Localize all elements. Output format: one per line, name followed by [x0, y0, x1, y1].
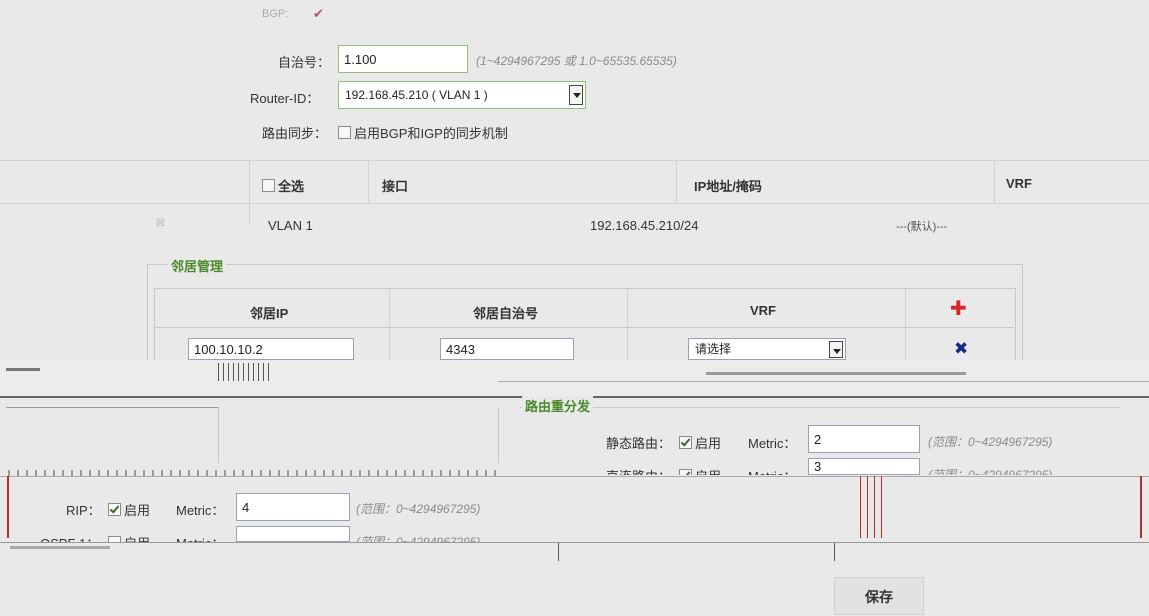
render-artifact	[558, 543, 559, 561]
bgp-enable-label: BGP:	[262, 8, 289, 20]
ospf-metric-hint: (范围：0~4294967295)	[356, 535, 481, 542]
divider	[249, 161, 250, 223]
divider	[155, 327, 1014, 328]
divider	[368, 161, 369, 203]
direct-enable-checkbox[interactable]: 启用	[679, 466, 721, 475]
ospf-label: OSPF 1：	[40, 533, 99, 542]
divider	[0, 203, 1149, 204]
bgp-enable-check-icon[interactable]: ✔	[313, 6, 324, 22]
direct-metric-label: Metric：	[748, 466, 796, 475]
divider	[6, 407, 218, 408]
sync-checkbox-row[interactable]: 启用BGP和IGP的同步机制	[338, 123, 508, 142]
divider	[520, 407, 1120, 408]
divider	[676, 161, 677, 203]
save-button[interactable]: 保存	[834, 577, 924, 615]
render-artifact	[6, 368, 40, 371]
router-id-value: 192.168.45.210 ( VLAN 1 )	[345, 88, 488, 102]
col-ip-mask: IP地址/掩码	[694, 179, 762, 194]
neighbor-as-input[interactable]	[440, 338, 574, 360]
divider	[905, 289, 906, 360]
render-artifact	[8, 470, 498, 476]
divider	[498, 407, 499, 463]
ospf-enable-checkbox[interactable]: 启用	[108, 533, 150, 542]
interface-ip: 192.168.45.210/24	[590, 218, 699, 233]
render-artifact	[706, 372, 966, 375]
plus-icon[interactable]: ✚	[950, 299, 967, 319]
divider	[389, 289, 390, 360]
rip-label: RIP：	[66, 503, 101, 518]
static-enable-label: 启用	[695, 436, 722, 451]
x-icon[interactable]: ✖	[954, 340, 968, 357]
static-metric-label: Metric：	[748, 436, 797, 451]
rip-metric-label: Metric：	[176, 503, 225, 518]
divider	[994, 161, 995, 203]
checkbox-checked-icon[interactable]	[108, 503, 121, 516]
interface-vrf: ---(默认)---	[896, 221, 948, 233]
rip-enable-label: 启用	[124, 503, 151, 518]
neighbor-vrf-value: 请选择	[695, 342, 732, 356]
sync-checkbox[interactable]	[338, 126, 351, 139]
checkbox-checked-icon[interactable]	[679, 469, 692, 475]
render-artifact	[0, 476, 1149, 477]
render-artifact	[834, 543, 835, 561]
as-number-label: 自治号：	[278, 55, 331, 70]
rip-metric-hint: (范围：0~4294967295)	[356, 502, 481, 516]
static-route-label: 静态路由：	[606, 436, 672, 451]
chevron-down-icon[interactable]	[829, 341, 843, 358]
col-neighbor-vrf: VRF	[750, 303, 776, 318]
render-artifact	[0, 542, 1149, 543]
sync-text: 启用BGP和IGP的同步机制	[354, 126, 508, 141]
as-number-input[interactable]	[338, 45, 468, 73]
select-all-box[interactable]	[262, 179, 275, 192]
direct-enable-label: 启用	[695, 469, 721, 475]
redistribute-legend: 路由重分发	[522, 396, 594, 415]
render-artifact	[218, 363, 270, 381]
select-all-checkbox[interactable]: 全选	[262, 176, 304, 195]
neighbor-ip-input[interactable]	[188, 338, 354, 360]
divider	[627, 289, 628, 360]
render-artifact	[10, 546, 110, 549]
static-metric-hint: (范围：0~4294967295)	[928, 435, 1053, 449]
render-artifact-band	[0, 360, 1149, 398]
direct-metric-input[interactable]	[808, 458, 920, 475]
static-enable-checkbox[interactable]: 启用	[679, 433, 721, 452]
chevron-down-icon[interactable]	[569, 85, 583, 105]
sync-label: 路由同步：	[262, 126, 328, 141]
select-all-label: 全选	[278, 179, 305, 194]
row-checkbox-icon[interactable]: ☒	[156, 218, 165, 229]
direct-route-label: 直连路由：	[606, 466, 671, 475]
divider	[0, 160, 1149, 161]
rip-metric-input[interactable]	[236, 493, 350, 521]
render-artifact	[7, 476, 9, 538]
col-neighbor-ip: 邻居IP	[250, 306, 289, 321]
col-neighbor-as: 邻居自治号	[473, 306, 539, 321]
ospf-metric-label: Metric：	[176, 533, 224, 542]
checkbox-checked-icon[interactable]	[679, 436, 692, 449]
as-number-hint: (1~4294967295 或 1.0~65535.65535)	[476, 54, 677, 68]
ospf-metric-input[interactable]	[236, 526, 350, 542]
col-interface: 接口	[382, 179, 409, 194]
render-artifact	[860, 476, 884, 538]
rip-enable-checkbox[interactable]: 启用	[108, 500, 150, 519]
interface-name: VLAN 1	[268, 218, 313, 233]
neighbor-legend: 邻居管理	[168, 256, 227, 275]
router-id-select[interactable]: 192.168.45.210 ( VLAN 1 )	[338, 81, 586, 109]
render-artifact	[1140, 476, 1142, 538]
neighbor-vrf-select[interactable]: 请选择	[688, 338, 846, 360]
render-artifact	[498, 381, 1149, 382]
direct-metric-hint: (范围：0~4294967295)	[928, 468, 1053, 475]
col-vrf: VRF	[1006, 176, 1032, 191]
divider	[218, 407, 219, 463]
router-id-label: Router-ID：	[250, 91, 320, 106]
static-metric-input[interactable]	[808, 425, 920, 453]
